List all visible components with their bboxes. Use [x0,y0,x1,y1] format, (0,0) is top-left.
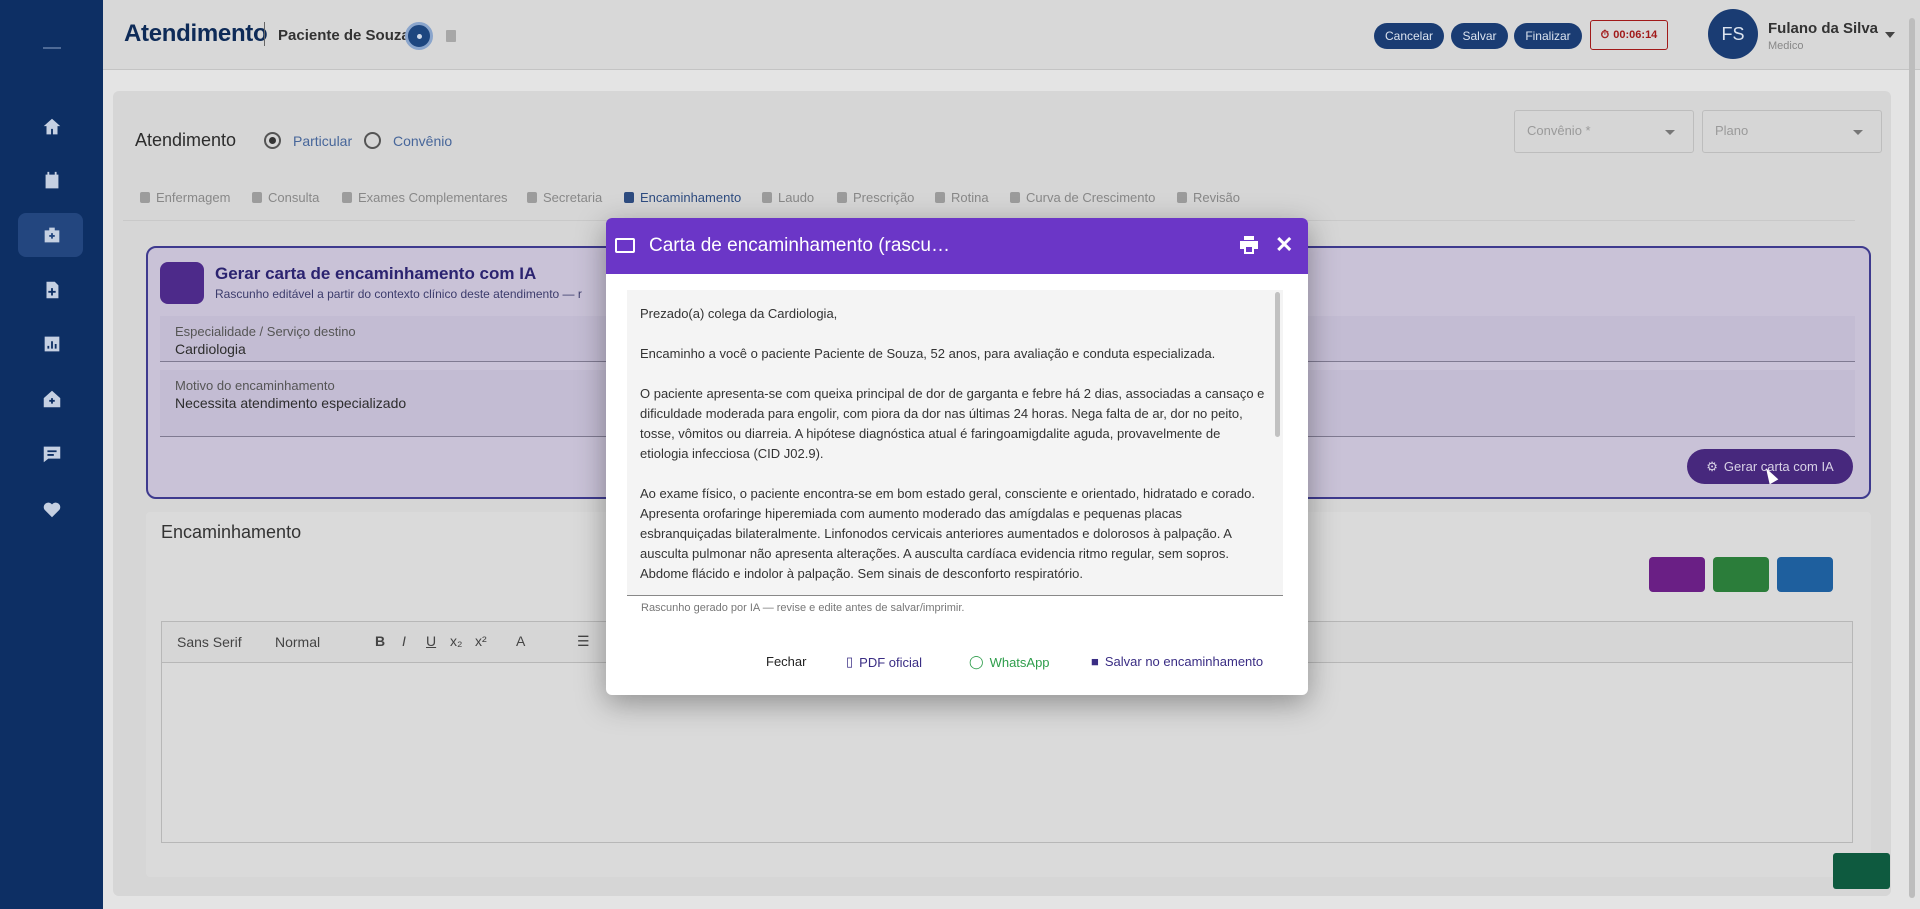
referral-letter-modal: Carta de encaminhamento (rascu… ✕ Prezad… [606,218,1308,695]
save-referral-label: Salvar no encaminhamento [1104,654,1264,669]
close-icon[interactable]: ✕ [1275,234,1293,256]
floppy-icon: ■ [1091,654,1099,669]
letter-paragraph: Prezado(a) colega da Cardiologia, [640,306,838,321]
print-icon[interactable] [1239,236,1259,254]
letter-paragraph: Ao exame físico, o paciente encontra-se … [640,486,1255,581]
whatsapp-button-label: WhatsApp [989,654,1050,670]
pdf-button-label: PDF oficial [859,654,923,670]
letter-text: Prezado(a) colega da Cardiologia, Encami… [640,304,1265,595]
save-referral-button[interactable]: ■ Salvar no encaminhamento [1091,654,1263,669]
envelope-icon [615,238,635,253]
ai-disclaimer: Rascunho gerado por IA — revise e edite … [641,602,965,614]
pdf-icon: ▯ [846,654,854,669]
letter-textarea[interactable]: Prezado(a) colega da Cardiologia, Encami… [627,290,1283,596]
close-button[interactable]: Fechar [766,654,806,669]
pdf-button[interactable]: ▯ PDF oficial [846,654,922,670]
close-button-label: Fechar [766,654,807,669]
modal-title: Carta de encaminhamento (rascu… [649,235,950,256]
letter-scrollbar[interactable] [1275,292,1280,437]
modal-header: Carta de encaminhamento (rascu… ✕ [606,218,1308,274]
letter-paragraph: O paciente apresenta-se com queixa princ… [640,386,1265,461]
letter-paragraph: Encaminho a você o paciente Paciente de … [640,346,1216,361]
whatsapp-button[interactable]: ◯ WhatsApp [969,654,1050,670]
whatsapp-icon: ◯ [969,654,984,669]
